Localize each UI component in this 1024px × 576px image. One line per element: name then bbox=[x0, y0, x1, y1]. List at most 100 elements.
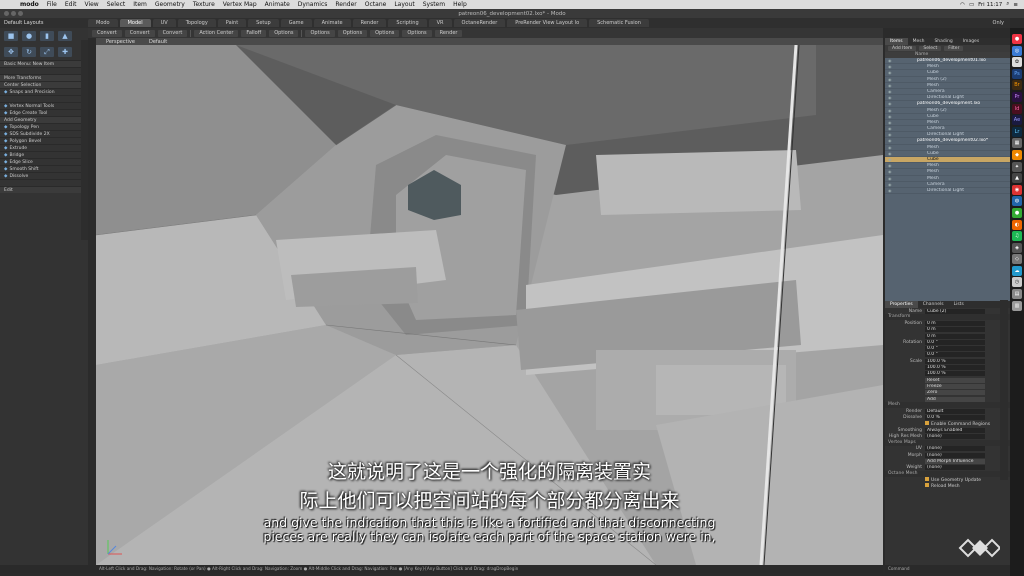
app-icon[interactable]: ☁ bbox=[1012, 265, 1022, 276]
more-transforms-dropdown[interactable]: More Transforms bbox=[0, 74, 88, 81]
freeze-button[interactable]: Freeze bbox=[925, 383, 985, 389]
filter-button[interactable]: Filter bbox=[944, 46, 964, 51]
falloff-button[interactable]: Falloff bbox=[241, 29, 267, 37]
app-icon[interactable]: ▦ bbox=[1012, 138, 1022, 149]
rotation-y-field[interactable]: 0.0 ° bbox=[925, 346, 985, 352]
position-y-field[interactable]: 0 m bbox=[925, 327, 985, 333]
tab-shading[interactable]: Shading bbox=[929, 38, 957, 45]
dissolve-field[interactable]: 0.0 % bbox=[925, 415, 985, 421]
left-vertical-tabs[interactable] bbox=[81, 40, 88, 240]
position-z-field[interactable]: 0 m bbox=[925, 333, 985, 339]
menu-texture[interactable]: Texture bbox=[189, 1, 219, 8]
convert-button-2[interactable]: Convert bbox=[124, 29, 155, 37]
edit-dropdown[interactable]: Edit bbox=[0, 186, 88, 193]
battery-icon[interactable]: ▭ bbox=[969, 2, 974, 8]
app-icon[interactable]: ◍ bbox=[1012, 196, 1022, 207]
menu-item[interactable]: Item bbox=[129, 1, 151, 8]
tool-bridge[interactable]: ◆ Bridge bbox=[0, 151, 88, 158]
tab-octanerender[interactable]: OctaneRender bbox=[453, 19, 506, 27]
action-center-button[interactable]: Action Center bbox=[194, 29, 239, 37]
bridge-icon[interactable]: Br bbox=[1012, 80, 1022, 91]
tab-setup[interactable]: Setup bbox=[248, 19, 279, 27]
tool-polygon-bevel[interactable]: ◆ Polygon Bevel bbox=[0, 137, 88, 144]
app-icon[interactable]: ▲ bbox=[1012, 173, 1022, 184]
morph-dropdown[interactable]: (none) bbox=[925, 452, 985, 458]
menu-octane[interactable]: Octane bbox=[361, 1, 391, 8]
reload-checkbox[interactable]: Reload Mesh bbox=[925, 483, 960, 489]
layouts-dropdown[interactable]: Default Layouts bbox=[0, 20, 88, 26]
highres-dropdown[interactable]: (none) bbox=[925, 433, 985, 439]
photoshop-icon[interactable]: Ps bbox=[1012, 68, 1022, 79]
move-icon[interactable]: ✥ bbox=[4, 47, 18, 57]
after-effects-icon[interactable]: Ae bbox=[1012, 115, 1022, 126]
tab-vr[interactable]: VR bbox=[428, 19, 452, 27]
rotate-icon[interactable]: ↻ bbox=[22, 47, 36, 57]
menu-vertex-map[interactable]: Vertex Map bbox=[219, 1, 261, 8]
app-icon[interactable]: ◐ bbox=[1012, 219, 1022, 230]
add-morph-button[interactable]: Add Morph Influence bbox=[925, 458, 985, 464]
tab-schematic-fusion[interactable]: Schematic Fusion bbox=[589, 19, 649, 27]
tool-edge-create[interactable]: ◆ Edge Create Tool bbox=[0, 109, 88, 116]
tool-extrude[interactable]: ◆ Extrude bbox=[0, 144, 88, 151]
add-item-button[interactable]: Add Item bbox=[888, 46, 917, 51]
cylinder-icon[interactable]: ▮ bbox=[40, 31, 54, 41]
menu-geometry[interactable]: Geometry bbox=[151, 1, 189, 8]
menu-animate[interactable]: Animate bbox=[261, 1, 294, 8]
app-icon[interactable]: ▤ bbox=[1012, 289, 1022, 300]
menu-dynamics[interactable]: Dynamics bbox=[294, 1, 332, 8]
menu-help[interactable]: Help bbox=[449, 1, 471, 8]
tool-dissolve[interactable]: ◆ Dissolve bbox=[0, 172, 88, 179]
use-geo-checkbox[interactable]: Use Geometry Update bbox=[925, 476, 981, 483]
cone-icon[interactable]: ▲ bbox=[58, 31, 72, 41]
options-button-2[interactable]: Options bbox=[305, 29, 335, 37]
options-button-3[interactable]: Options bbox=[337, 29, 368, 37]
premiere-icon[interactable]: Pr bbox=[1012, 91, 1022, 102]
clock-icon[interactable]: ◷ bbox=[1012, 277, 1022, 288]
lightroom-icon[interactable]: Lr bbox=[1012, 126, 1022, 137]
command-bar[interactable]: Command bbox=[885, 565, 1010, 573]
tab-properties[interactable]: Properties bbox=[885, 301, 918, 308]
basic-menu-dropdown[interactable]: Basic Menu: New Item bbox=[0, 60, 88, 67]
render-dropdown[interactable]: Default bbox=[925, 408, 985, 414]
weight-dropdown[interactable]: (none) bbox=[925, 465, 985, 471]
tab-animate[interactable]: Animate bbox=[313, 19, 351, 27]
shading-dropdown[interactable]: Default bbox=[149, 39, 167, 45]
menu-app[interactable]: modo bbox=[16, 1, 43, 8]
tab-uv[interactable]: UV bbox=[152, 19, 176, 27]
sphere-icon[interactable]: ● bbox=[22, 31, 36, 41]
tab-render[interactable]: Render bbox=[352, 19, 387, 27]
menu-layout[interactable]: Layout bbox=[390, 1, 418, 8]
zoom-button[interactable] bbox=[18, 11, 23, 16]
menu-list-icon[interactable]: ≡ bbox=[1013, 2, 1018, 8]
center-selection-dropdown[interactable]: Center Selection bbox=[0, 81, 88, 88]
snaps-precision-button[interactable]: ◆ Snaps and Precision bbox=[0, 88, 88, 95]
tab-prerender-view[interactable]: PreRender View Layout lo bbox=[507, 19, 588, 27]
add-button[interactable]: Add bbox=[925, 396, 985, 402]
tab-lists[interactable]: Lists bbox=[949, 301, 969, 308]
wifi-icon[interactable]: ◠ bbox=[960, 2, 965, 8]
clock[interactable]: Fri 11:17 bbox=[978, 2, 1002, 8]
tool-smooth-shift[interactable]: ◆ Smooth Shift bbox=[0, 165, 88, 172]
only-toggle[interactable]: Only bbox=[993, 20, 1010, 26]
zero-button[interactable]: Zero bbox=[925, 390, 985, 396]
tab-scripting[interactable]: Scripting bbox=[388, 19, 427, 27]
minimize-button[interactable] bbox=[11, 11, 16, 16]
name-field[interactable]: Cube (2) bbox=[925, 308, 985, 314]
trash-icon[interactable]: ▥ bbox=[1012, 300, 1022, 311]
tab-channels[interactable]: Channels bbox=[918, 301, 949, 308]
tab-items[interactable]: Items bbox=[885, 38, 908, 45]
tool-edge-slice[interactable]: ◆ Edge Slice bbox=[0, 158, 88, 165]
convert-button-1[interactable]: Convert bbox=[92, 29, 122, 37]
tab-paint[interactable]: Paint bbox=[217, 19, 247, 27]
tab-mesh[interactable]: Mesh bbox=[908, 38, 930, 45]
menu-file[interactable]: File bbox=[43, 1, 61, 8]
transform-icon[interactable]: ✚ bbox=[58, 47, 72, 57]
rotation-x-field[interactable]: 0.0 ° bbox=[925, 339, 985, 345]
tool-vertex-normal[interactable]: ◆ Vertex Normal Tools bbox=[0, 102, 88, 109]
menu-render[interactable]: Render bbox=[331, 1, 360, 8]
select-button[interactable]: Select bbox=[919, 46, 942, 51]
close-button[interactable] bbox=[4, 11, 9, 16]
app-icon[interactable]: ◉ bbox=[1012, 184, 1022, 195]
chrome-icon[interactable]: ● bbox=[1012, 34, 1022, 44]
search-icon[interactable]: ⌕ bbox=[1006, 1, 1009, 8]
